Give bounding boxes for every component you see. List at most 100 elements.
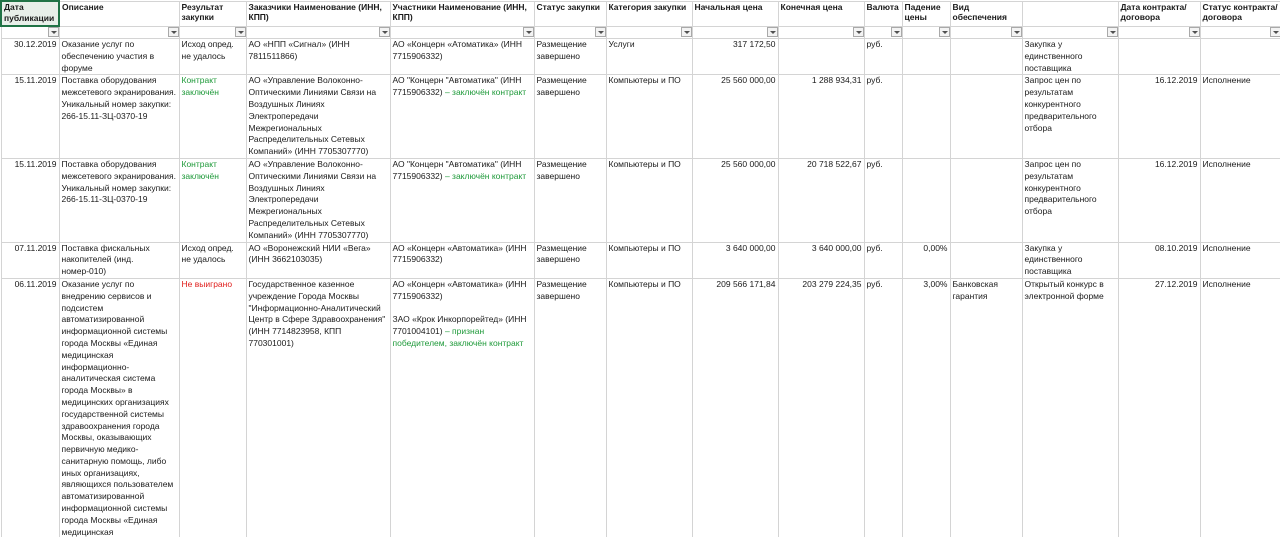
cell-result[interactable]: Не выиграно [178,277,247,537]
cell-contract-date[interactable]: 16.12.2019 [1117,157,1201,243]
filter-dropdown-icon[interactable] [680,26,691,37]
filter-dropdown-icon[interactable] [1188,26,1199,37]
cell-desc[interactable]: Поставка фискальных накопителей (инд. но… [58,241,180,279]
cell-method[interactable]: Закупка у единственного поставщика [1021,241,1119,279]
header-currency[interactable]: Валюта [863,0,903,27]
cell-date[interactable]: 06.11.2019 [0,277,60,537]
cell-currency[interactable]: руб. [863,241,903,279]
cell-start-price[interactable]: 317 172,50 [691,37,779,76]
cell-participants[interactable]: АО «Концерн «Атоматика» (ИНН 7715906332) [389,37,535,76]
cell-contract-status[interactable]: Исполнение [1199,241,1280,279]
cell-customers[interactable]: АО «Управление Волоконно-Оптическими Лин… [245,157,391,243]
header-result[interactable]: Результат закупки [178,0,247,27]
cell-result[interactable]: Контракт заключён [178,74,247,159]
cell-desc[interactable]: Оказание услуг по обеспечению участия в … [58,37,180,76]
cell-status[interactable]: Размещение завершено [533,277,607,537]
filter-dropdown-icon[interactable] [594,26,605,37]
cell-participants[interactable]: АО "Концерн "Автоматика" (ИНН 7715906332… [389,157,535,243]
filter-dropdown-icon[interactable] [852,26,863,37]
filter-dropdown-icon[interactable] [766,26,777,37]
header-customers[interactable]: Заказчики Наименование (ИНН, КПП) [245,0,391,27]
cell-customers[interactable]: Государственное казенное учреждение Горо… [245,277,391,537]
cell-date[interactable]: 15.11.2019 [0,157,60,243]
filter-dropdown-icon[interactable] [1269,26,1280,37]
cell-date[interactable]: 15.11.2019 [0,74,60,159]
cell-status[interactable]: Размещение завершено [533,74,607,159]
cell-participants[interactable]: АО "Концерн "Автоматика" (ИНН 7715906332… [389,74,535,159]
cell-drop[interactable]: 3,00% [901,277,951,537]
filter-dropdown-icon[interactable] [47,27,58,37]
cell-final-price[interactable]: 20 718 522,67 [777,157,865,243]
filter-dropdown-icon[interactable] [1010,26,1021,37]
cell-drop[interactable] [901,74,951,159]
cell-method[interactable]: Запрос цен по результатам конкурентного … [1021,74,1119,159]
cell-drop[interactable] [901,37,951,76]
cell-category[interactable]: Компьютеры и ПО [605,74,693,159]
cell-drop[interactable] [901,157,951,243]
header-final-price[interactable]: Конечная цена [777,0,865,27]
filter-dropdown-icon[interactable] [378,26,389,37]
cell-drop[interactable]: 0,00% [901,241,951,279]
filter-dropdown-icon[interactable] [522,26,533,37]
cell-final-price[interactable] [777,37,865,76]
cell-start-price[interactable]: 25 560 000,00 [691,157,779,243]
cell-contract-status[interactable] [1199,37,1280,76]
cell-contract-date[interactable]: 08.10.2019 [1117,241,1201,279]
cell-participants[interactable]: АО «Концерн «Автоматика» (ИНН 7715906332… [389,277,535,537]
cell-currency[interactable]: руб. [863,277,903,537]
cell-desc[interactable]: Поставка оборудования межсетевого экрани… [58,157,180,243]
header-drop[interactable]: Падение цены [901,0,951,27]
cell-contract-status[interactable]: Исполнение [1199,157,1280,243]
cell-security[interactable] [949,157,1023,243]
cell-start-price[interactable]: 209 566 171,84 [691,277,779,537]
cell-method[interactable]: Запрос цен по результатам конкурентного … [1021,157,1119,243]
header-participants[interactable]: Участники Наименование (ИНН, КПП) [389,0,535,27]
header-security[interactable]: Вид обеспечения [949,0,1023,27]
cell-security[interactable] [949,74,1023,159]
cell-currency[interactable]: руб. [863,37,903,76]
cell-method[interactable]: Открытый конкурс в электронной форме [1021,277,1119,537]
cell-security[interactable] [949,241,1023,279]
cell-method[interactable]: Закупка у единственного поставщика [1021,37,1119,76]
cell-status[interactable]: Размещение завершено [533,157,607,243]
cell-start-price[interactable]: 25 560 000,00 [691,74,779,159]
cell-security[interactable] [949,37,1023,76]
cell-final-price[interactable]: 203 279 224,35 [777,277,865,537]
filter-dropdown-icon[interactable] [890,26,901,37]
cell-desc[interactable]: Поставка оборудования межсетевого экрани… [58,74,180,159]
header-status[interactable]: Статус закупки [533,0,607,27]
filter-dropdown-icon[interactable] [938,26,949,37]
header-date[interactable]: Дата публикации [0,0,60,27]
cell-category[interactable]: Компьютеры и ПО [605,157,693,243]
header-start-price[interactable]: Начальная цена [691,0,779,27]
cell-contract-date[interactable] [1117,37,1201,76]
cell-category[interactable]: Услуги [605,37,693,76]
header-method[interactable] [1021,0,1119,27]
cell-contract-status[interactable]: Исполнение [1199,277,1280,537]
cell-customers[interactable]: АО «Управление Волоконно-Оптическими Лин… [245,74,391,159]
header-desc[interactable]: Описание [58,0,180,27]
cell-date[interactable]: 30.12.2019 [0,37,60,76]
header-category[interactable]: Категория закупки [605,0,693,27]
cell-start-price[interactable]: 3 640 000,00 [691,241,779,279]
header-contract-date[interactable]: Дата контракта/договора [1117,0,1201,27]
cell-customers[interactable]: АО «Воронежский НИИ «Вега» (ИНН 36621030… [245,241,391,279]
cell-category[interactable]: Компьютеры и ПО [605,241,693,279]
cell-result[interactable]: Исход опред. не удалось [178,37,247,76]
cell-result[interactable]: Контракт заключён [178,157,247,243]
cell-final-price[interactable]: 3 640 000,00 [777,241,865,279]
cell-contract-date[interactable]: 16.12.2019 [1117,74,1201,159]
cell-date[interactable]: 07.11.2019 [0,241,60,279]
cell-contract-status[interactable]: Исполнение [1199,74,1280,159]
cell-customers[interactable]: АО «НПП «Сигнал» (ИНН 7811511866) [245,37,391,76]
cell-contract-date[interactable]: 27.12.2019 [1117,277,1201,537]
cell-currency[interactable]: руб. [863,157,903,243]
cell-final-price[interactable]: 1 288 934,31 [777,74,865,159]
cell-status[interactable]: Размещение завершено [533,37,607,76]
cell-security[interactable]: Банковская гарантия [949,277,1023,537]
header-contract-status[interactable]: Статус контракта/договора [1199,0,1280,27]
cell-category[interactable]: Компьютеры и ПО [605,277,693,537]
cell-result[interactable]: Исход опред. не удалось [178,241,247,279]
filter-dropdown-icon[interactable] [234,26,245,37]
cell-status[interactable]: Размещение завершено [533,241,607,279]
